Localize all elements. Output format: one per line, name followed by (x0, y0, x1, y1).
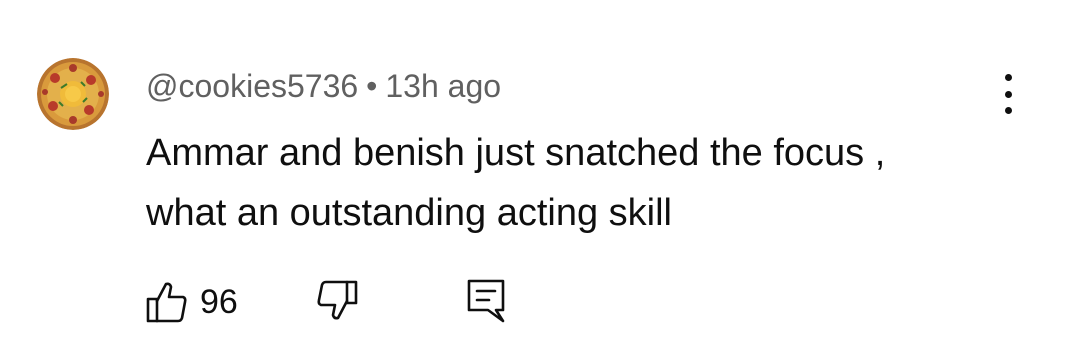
dislike-button[interactable] (316, 278, 358, 327)
avatar[interactable] (37, 58, 109, 130)
reply-button[interactable] (466, 278, 506, 329)
comment-reply-icon (467, 279, 505, 323)
ellipsis-dot (1004, 90, 1012, 98)
comment-text-line: Ammar and benish just snatched the focus… (146, 132, 886, 174)
author-name[interactable]: @cookies5736 (146, 68, 358, 104)
more-options-button[interactable] (990, 74, 1026, 114)
comment-actions: 96 (0, 278, 1080, 326)
comment-text-line: what an outstanding acting skill (146, 192, 672, 234)
like-count: 96 (200, 283, 238, 321)
ellipsis-dot (1004, 107, 1012, 114)
pizza-avatar-icon (37, 58, 109, 130)
meta-separator: • (366, 68, 378, 104)
thumbs-up-outline-icon (146, 282, 187, 323)
like-button[interactable]: 96 (146, 278, 238, 326)
vertical-ellipsis-icon (1004, 74, 1012, 81)
comment-timestamp[interactable]: 13h ago (385, 68, 501, 104)
comment-card: @cookies5736 • 13h ago Ammar and benish ju… (0, 0, 1080, 350)
comment-text: Ammar and benish just snatched the focus… (146, 123, 1006, 243)
comment-meta: @cookies5736 • 13h ago (146, 66, 501, 106)
thumbs-down-outline-icon (317, 280, 358, 320)
